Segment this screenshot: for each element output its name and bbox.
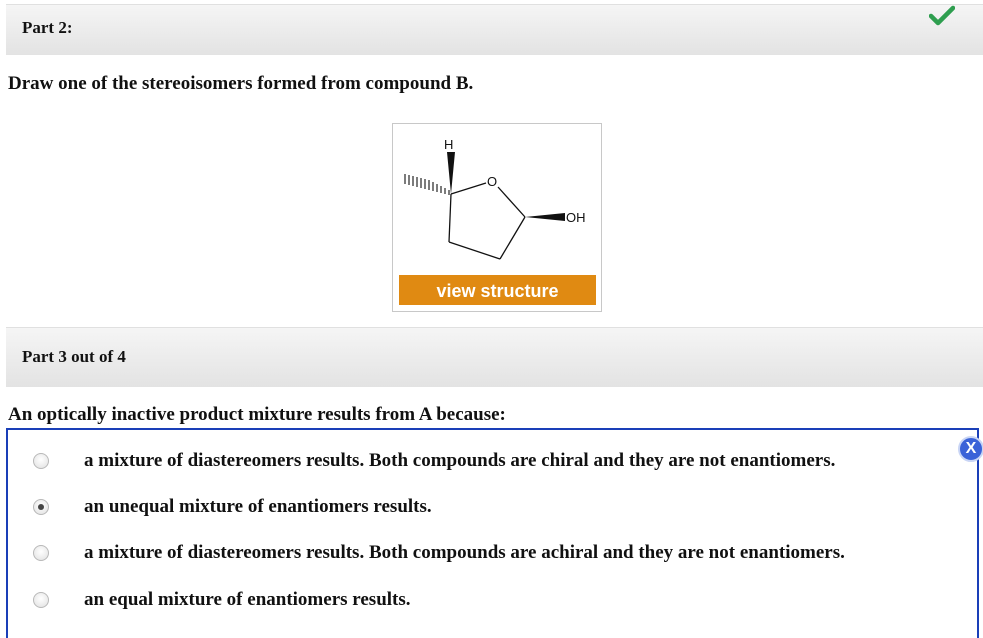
radio-button[interactable] <box>33 453 49 469</box>
answer-option-label: an unequal mixture of enantiomers result… <box>84 496 432 517</box>
part2-title: Part 2: <box>22 18 73 37</box>
close-icon[interactable]: X <box>958 436 983 462</box>
part2-header: Part 2: <box>6 4 983 55</box>
answer-options-panel: a mixture of diastereomers results. Both… <box>6 428 979 638</box>
atom-label-h: H <box>444 137 453 152</box>
answer-option[interactable]: an unequal mixture of enantiomers result… <box>8 493 968 523</box>
structure-panel: H O OH view structure <box>392 123 602 312</box>
answer-option[interactable]: a mixture of diastereomers results. Both… <box>8 447 968 477</box>
answer-option[interactable]: an equal mixture of enantiomers results. <box>8 586 968 616</box>
check-icon <box>929 5 955 26</box>
radio-button[interactable] <box>33 545 49 561</box>
atom-label-o: O <box>487 174 497 189</box>
answer-option[interactable]: a mixture of diastereomers results. Both… <box>8 539 968 569</box>
part3-title: Part 3 out of 4 <box>22 347 126 366</box>
radio-button-selected[interactable] <box>33 499 49 515</box>
part3-prompt: An optically inactive product mixture re… <box>8 404 506 425</box>
answer-option-label: an equal mixture of enantiomers results. <box>84 589 411 610</box>
molecule-drawing: H O OH <box>404 137 586 260</box>
view-structure-button[interactable]: view structure <box>399 275 596 305</box>
atom-label-oh: OH <box>566 210 586 225</box>
answer-option-label: a mixture of diastereomers results. Both… <box>84 542 845 563</box>
part3-header: Part 3 out of 4 <box>6 327 983 387</box>
radio-selected-dot <box>38 504 44 510</box>
radio-button[interactable] <box>33 592 49 608</box>
answer-option-label: a mixture of diastereomers results. Both… <box>84 450 836 471</box>
part2-prompt: Draw one of the stereoisomers formed fro… <box>8 73 474 94</box>
